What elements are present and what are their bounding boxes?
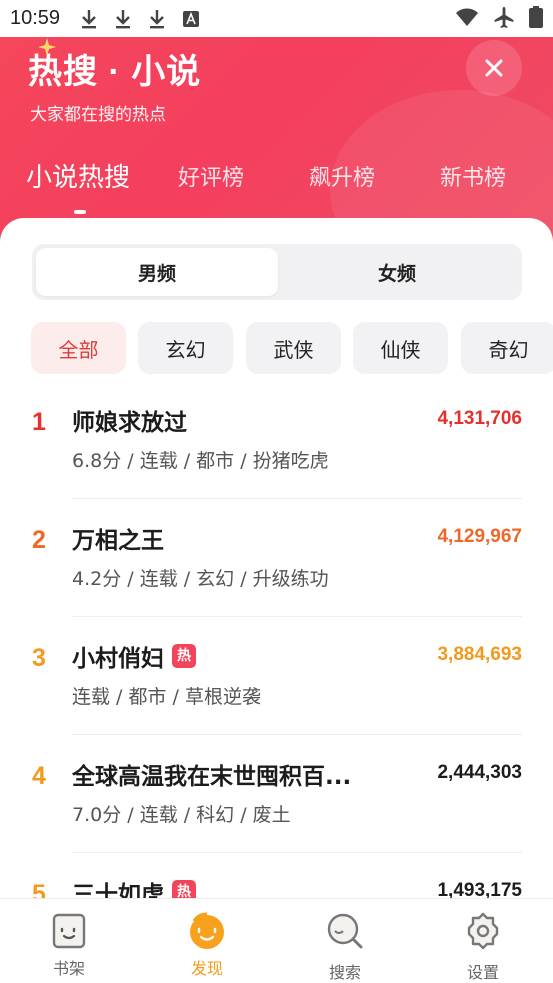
nav-label: 书架 — [52, 959, 85, 978]
status-bar: 10:59 — [0, 0, 553, 37]
chip-qihuan[interactable]: 奇幻 — [461, 322, 553, 374]
ranking-tabs: 小说热搜 好评榜 飙升榜 新书榜 — [0, 160, 553, 200]
rank-number: 5 — [32, 880, 46, 898]
chip-xianxia[interactable]: 仙侠 — [353, 322, 448, 374]
list-item[interactable]: 2 万相之王 4.2分 / 连载 / 玄幻 / 升级练功 4,129,967 — [32, 520, 522, 638]
hot-score: 4,129,967 — [437, 526, 522, 547]
airplane-mode-icon — [493, 6, 515, 32]
close-button[interactable] — [466, 40, 522, 96]
nav-bookshelf[interactable]: 书架 — [0, 899, 138, 983]
nav-label: 搜索 — [328, 963, 361, 982]
page-subtitle: 大家都在搜的热点 — [30, 105, 166, 125]
list-item[interactable]: 4 全球高温我在末世囤积百... 7.0分 / 连载 / 科幻 / 废土 2,4… — [32, 756, 522, 874]
nav-label: 设置 — [466, 963, 499, 982]
book-meta: 连载 / 都市 / 草根逆袭 — [72, 686, 261, 708]
divider — [72, 852, 522, 853]
hot-badge: 热 — [172, 644, 196, 668]
tab-novel-hot[interactable]: 小说热搜 — [26, 157, 130, 194]
nav-settings[interactable]: 设置 — [414, 899, 552, 983]
tab-good-reviews[interactable]: 好评榜 — [178, 160, 244, 192]
close-icon — [485, 59, 503, 77]
rank-number: 2 — [32, 526, 46, 554]
nav-discover[interactable]: 发现 — [138, 899, 276, 983]
book-title: 全球高温我在末世囤积百... — [72, 764, 352, 790]
book-meta: 6.8分 / 连载 / 都市 / 扮猪吃虎 — [72, 450, 329, 472]
rank-number: 3 — [32, 644, 46, 672]
list-item[interactable]: 3 小村俏妇 热 连载 / 都市 / 草根逆袭 3,884,693 — [32, 638, 522, 756]
book-title: 三十如虎 — [72, 882, 164, 898]
book-title: 小村俏妇 — [72, 646, 164, 672]
divider — [72, 616, 522, 617]
book-title: 师娘求放过 — [72, 410, 187, 436]
chip-wuxia[interactable]: 武侠 — [246, 322, 341, 374]
settings-icon — [463, 911, 503, 951]
book-meta: 4.2分 / 连载 / 玄幻 / 升级练功 — [72, 568, 329, 590]
hot-score: 3,884,693 — [437, 644, 522, 665]
book-title: 万相之王 — [72, 528, 164, 554]
divider — [72, 498, 522, 499]
status-time: 10:59 — [10, 7, 61, 29]
gender-segment: 男频 女频 — [32, 244, 522, 300]
list-item[interactable]: 1 师娘求放过 6.8分 / 连载 / 都市 / 扮猪吃虎 4,131,706 — [32, 402, 522, 520]
divider — [72, 734, 522, 735]
hot-score: 1,493,175 — [437, 880, 522, 898]
chip-all[interactable]: 全部 — [31, 322, 126, 374]
tab-indicator — [74, 210, 86, 214]
sparkle-icon — [38, 38, 56, 56]
bottom-nav: 书架 发现 搜索 设置 — [0, 898, 553, 983]
nav-label: 发现 — [190, 959, 223, 978]
bookshelf-icon — [49, 911, 89, 951]
battery-icon — [529, 5, 543, 32]
download-icon — [112, 8, 134, 30]
rank-number: 4 — [32, 762, 46, 790]
book-meta: 7.0分 / 连载 / 科幻 / 废土 — [72, 804, 291, 826]
segment-male[interactable]: 男频 — [36, 248, 278, 296]
font-app-icon — [180, 8, 202, 30]
hot-score: 4,131,706 — [437, 408, 522, 429]
download-icon — [78, 8, 100, 30]
wifi-icon — [455, 7, 479, 31]
screen: 10:59 热搜 · 小说 大家都在搜的热点 小说热搜 好评榜 飙升榜 新书榜 … — [0, 0, 553, 983]
segment-female[interactable]: 女频 — [276, 248, 518, 296]
nav-search[interactable]: 搜索 — [276, 899, 414, 983]
chip-xuanhuan[interactable]: 玄幻 — [138, 322, 233, 374]
page-title-row: 热搜 · 小说 — [28, 38, 201, 93]
list-item[interactable]: 5 三十如虎 热 1,493,175 — [32, 874, 522, 898]
download-icon — [146, 8, 168, 30]
tab-new-books[interactable]: 新书榜 — [440, 160, 506, 192]
hot-badge: 热 — [172, 880, 196, 898]
hot-score: 2,444,303 — [437, 762, 522, 783]
discover-icon — [187, 911, 227, 951]
tab-rising[interactable]: 飙升榜 — [309, 160, 375, 192]
search-icon — [325, 911, 365, 951]
rank-number: 1 — [32, 408, 46, 436]
